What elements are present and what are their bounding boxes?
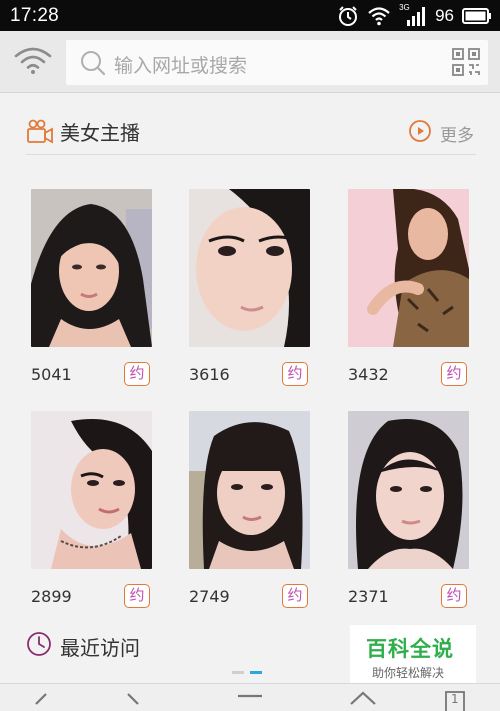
anchor-card[interactable]: 3432 约 xyxy=(348,189,470,389)
status-time: 17:28 xyxy=(10,4,60,26)
appointment-badge[interactable]: 约 xyxy=(282,362,308,386)
wifi-icon xyxy=(13,45,53,79)
anchor-card[interactable]: 3616 约 xyxy=(189,189,311,389)
appointment-badge[interactable]: 约 xyxy=(124,584,150,608)
watermark-subtitle: 助你轻松解决 xyxy=(372,666,445,680)
appointment-badge[interactable]: 约 xyxy=(124,362,150,386)
viewer-count: 2899 xyxy=(31,587,72,606)
anchor-card[interactable]: 2749 约 xyxy=(189,411,311,611)
more-button[interactable]: 更多 xyxy=(408,119,474,147)
anchor-photo[interactable] xyxy=(348,411,469,569)
wifi-status-icon xyxy=(367,6,391,26)
search-input[interactable]: 输入网址或搜索 xyxy=(66,40,488,85)
page-indicator xyxy=(232,671,262,674)
viewer-count: 5041 xyxy=(31,365,72,384)
back-button[interactable] xyxy=(28,690,68,711)
status-icons: 3G 96 xyxy=(337,3,492,27)
appointment-badge[interactable]: 约 xyxy=(441,584,467,608)
anchors-section-header: 美女主播 更多 xyxy=(26,113,476,155)
battery-level: 96 xyxy=(435,5,454,25)
watermark: 百科全说 助你轻松解决 xyxy=(350,625,476,685)
more-label: 更多 xyxy=(440,125,474,146)
video-camera-icon xyxy=(26,118,54,150)
status-bar: 17:28 3G 96 xyxy=(0,0,500,31)
page-dot xyxy=(232,671,244,674)
anchor-photo[interactable] xyxy=(189,189,310,347)
alarm-icon xyxy=(337,5,359,27)
play-icon xyxy=(408,119,432,147)
anchor-photo[interactable] xyxy=(189,411,310,569)
watermark-title: 百科全说 xyxy=(366,637,454,661)
qr-scan-icon[interactable] xyxy=(452,48,480,76)
clock-icon xyxy=(26,631,52,661)
anchor-card[interactable]: 2371 约 xyxy=(348,411,470,611)
bottom-nav: 1 xyxy=(0,683,500,711)
forward-button[interactable] xyxy=(122,690,162,711)
viewer-count: 2371 xyxy=(348,587,389,606)
anchor-photo[interactable] xyxy=(31,411,152,569)
recent-title: 最近访问 xyxy=(60,636,140,660)
page-dot-active xyxy=(250,671,262,674)
signal-icon: 3G xyxy=(399,3,427,27)
viewer-count: 2749 xyxy=(189,587,230,606)
appointment-badge[interactable]: 约 xyxy=(441,362,467,386)
search-placeholder: 输入网址或搜索 xyxy=(114,55,248,77)
viewer-count: 3616 xyxy=(189,365,230,384)
anchor-photo[interactable] xyxy=(31,189,152,347)
anchor-photo[interactable] xyxy=(348,189,469,347)
appointment-badge[interactable]: 约 xyxy=(282,584,308,608)
tabs-button[interactable]: 1 xyxy=(444,690,484,711)
content-area: 美女主播 更多 5041 约 3616 约 3432 约 2899 约 2749… xyxy=(0,93,500,683)
anchor-card[interactable]: 2899 约 xyxy=(31,411,153,611)
recent-section-header: 最近访问 xyxy=(26,625,326,665)
tab-count: 1 xyxy=(451,692,459,706)
home-icon[interactable] xyxy=(348,690,388,711)
battery-icon xyxy=(462,7,492,25)
anchor-card[interactable]: 5041 约 xyxy=(31,189,153,389)
address-bar: 输入网址或搜索 xyxy=(0,31,500,93)
network-button[interactable] xyxy=(12,45,54,79)
menu-icon[interactable] xyxy=(236,690,276,711)
viewer-count: 3432 xyxy=(348,365,389,384)
search-icon xyxy=(80,50,106,80)
section-title: 美女主播 xyxy=(60,121,140,145)
